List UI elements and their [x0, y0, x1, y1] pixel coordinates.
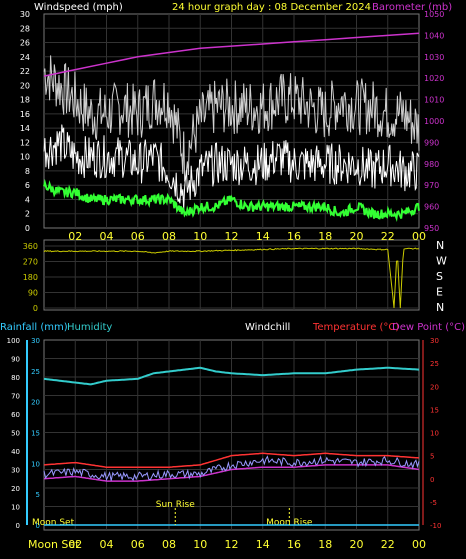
rainfall-y-tick-label: 5 — [36, 491, 40, 499]
rainfall-y-tick-label: 30 — [31, 337, 40, 345]
compass-label: N — [436, 239, 444, 252]
dewpoint-axis-label: Dew Point (°C) — [392, 322, 465, 333]
wind-y-tick-label: 12 — [20, 138, 30, 147]
rainfall-y-tick-label: 10 — [31, 460, 40, 468]
wind-x-tick-label: 14 — [256, 230, 270, 243]
wind-x-tick-label: 08 — [162, 230, 176, 243]
weather-graph-page: Windspeed (mph) 24 hour graph day : 08 D… — [0, 0, 466, 555]
temp-x-tick-label: 04 — [100, 538, 114, 551]
wind-x-tick-label: 20 — [350, 230, 364, 243]
temperature-y-tick-label: 25 — [430, 360, 439, 368]
direction-y-tick-label: 270 — [23, 258, 38, 267]
barometer-y-tick-label: 970 — [424, 181, 439, 190]
temperature-y-tick-label: 15 — [430, 406, 439, 414]
wind-y-tick-label: 30 — [20, 10, 30, 19]
temperature-y-tick-label: 10 — [430, 430, 439, 438]
humidity-y-tick-label: 20 — [11, 485, 20, 493]
barometer-y-tick-label: 960 — [424, 203, 439, 212]
temperature-y-tick-label: -10 — [430, 522, 441, 530]
humidity-y-tick-label: 10 — [11, 504, 20, 512]
humidity-y-tick-label: 0 — [16, 522, 20, 530]
wind-y-tick-label: 0 — [25, 224, 30, 233]
humidity-y-tick-label: 80 — [11, 374, 20, 382]
temperature-y-tick-label: 0 — [430, 476, 434, 484]
wind-x-tick-label: 22 — [381, 230, 395, 243]
temperature-y-tick-label: -5 — [430, 499, 437, 507]
wind-y-tick-label: 28 — [20, 24, 30, 33]
annotation-label: Moon Set — [32, 518, 75, 528]
direction-y-tick-label: 90 — [28, 289, 38, 298]
barometer-y-tick-label: 1040 — [424, 31, 444, 40]
wind-y-tick-label: 18 — [20, 96, 30, 105]
temp-x-tick-label: 08 — [162, 538, 176, 551]
humidity-y-tick-label: 90 — [11, 356, 20, 364]
barometer-y-tick-label: 1010 — [424, 96, 444, 105]
wind-y-tick-label: 16 — [20, 110, 30, 119]
humidity-y-tick-label: 60 — [11, 411, 20, 419]
wind-x-tick-label: 02 — [68, 230, 82, 243]
weather-chart-svg: Windspeed (mph) 24 hour graph day : 08 D… — [0, 0, 466, 555]
temp-x-tick-label: 20 — [350, 538, 364, 551]
temp-x-tick-label: 18 — [318, 538, 332, 551]
windchill-axis-label: Windchill — [245, 322, 290, 333]
annotation-label: Moon Rise — [266, 518, 313, 528]
bottom-moonset-label: Moon Set — [28, 538, 80, 551]
wind-y-tick-label: 22 — [20, 67, 30, 76]
wind-y-tick-label: 24 — [20, 53, 30, 62]
temperature-y-tick-label: 5 — [430, 453, 434, 461]
wind-y-tick-label: 20 — [20, 81, 30, 90]
barometer-y-tick-label: 1000 — [424, 117, 444, 126]
wind-y-tick-label: 26 — [20, 39, 30, 48]
wind-x-tick-label: 18 — [318, 230, 332, 243]
humidity-y-tick-label: 70 — [11, 393, 20, 401]
wind-y-tick-label: 14 — [20, 124, 30, 133]
wind-y-tick-label: 8 — [25, 167, 30, 176]
barometer-y-tick-label: 980 — [424, 160, 439, 169]
barometer-y-tick-label: 950 — [424, 224, 439, 233]
wind-x-tick-label: 10 — [193, 230, 207, 243]
direction-y-tick-label: 360 — [23, 242, 38, 251]
humidity-y-tick-label: 40 — [11, 448, 20, 456]
wind-x-tick-label: 06 — [131, 230, 145, 243]
temp-x-tick-label: 00 — [412, 538, 426, 551]
temp-x-tick-label: 12 — [225, 538, 239, 551]
compass-label: N — [436, 301, 444, 314]
barometer-y-tick-label: 1050 — [424, 10, 444, 19]
wind-x-tick-label: 16 — [287, 230, 301, 243]
barometer-y-tick-label: 1020 — [424, 74, 444, 83]
wind-y-tick-label: 10 — [20, 153, 30, 162]
humidity-y-tick-label: 30 — [11, 467, 20, 475]
wind-x-tick-label: 12 — [225, 230, 239, 243]
temp-x-tick-label: 14 — [256, 538, 270, 551]
temperature-axis-label: Temperature (°C) — [312, 322, 399, 333]
direction-y-tick-label: 180 — [23, 273, 38, 282]
compass-label: W — [436, 255, 447, 268]
temp-x-tick-label: 06 — [131, 538, 145, 551]
barometer-y-tick-label: 990 — [424, 138, 439, 147]
compass-label: E — [436, 286, 443, 299]
wind-x-tick-label: 00 — [412, 230, 426, 243]
humidity-y-tick-label: 100 — [7, 337, 20, 345]
temperature-y-tick-label: 20 — [430, 383, 439, 391]
wind-x-tick-label: 04 — [100, 230, 114, 243]
chart-title: 24 hour graph day : 08 December 2024 — [172, 2, 371, 13]
temp-x-tick-label: 22 — [381, 538, 395, 551]
direction-y-tick-label: 0 — [33, 304, 38, 313]
rainfall-y-tick-label: 20 — [31, 399, 40, 407]
wind-y-tick-label: 4 — [25, 195, 30, 204]
compass-label: S — [436, 270, 443, 283]
rainfall-axis-label: Rainfall (mm) — [0, 322, 68, 333]
humidity-y-tick-label: 50 — [11, 430, 20, 438]
humidity-axis-label: Humidity — [67, 322, 112, 333]
wind-y-tick-label: 2 — [25, 210, 30, 219]
windspeed-axis-label: Windspeed (mph) — [34, 2, 123, 13]
barometer-y-tick-label: 1030 — [424, 53, 444, 62]
rainfall-y-tick-label: 15 — [31, 430, 40, 438]
wind-y-tick-label: 6 — [25, 181, 30, 190]
rainfall-y-tick-label: 25 — [31, 368, 40, 376]
temperature-y-tick-label: 30 — [430, 337, 439, 345]
temp-x-tick-label: 16 — [287, 538, 301, 551]
temp-x-tick-label: 10 — [193, 538, 207, 551]
